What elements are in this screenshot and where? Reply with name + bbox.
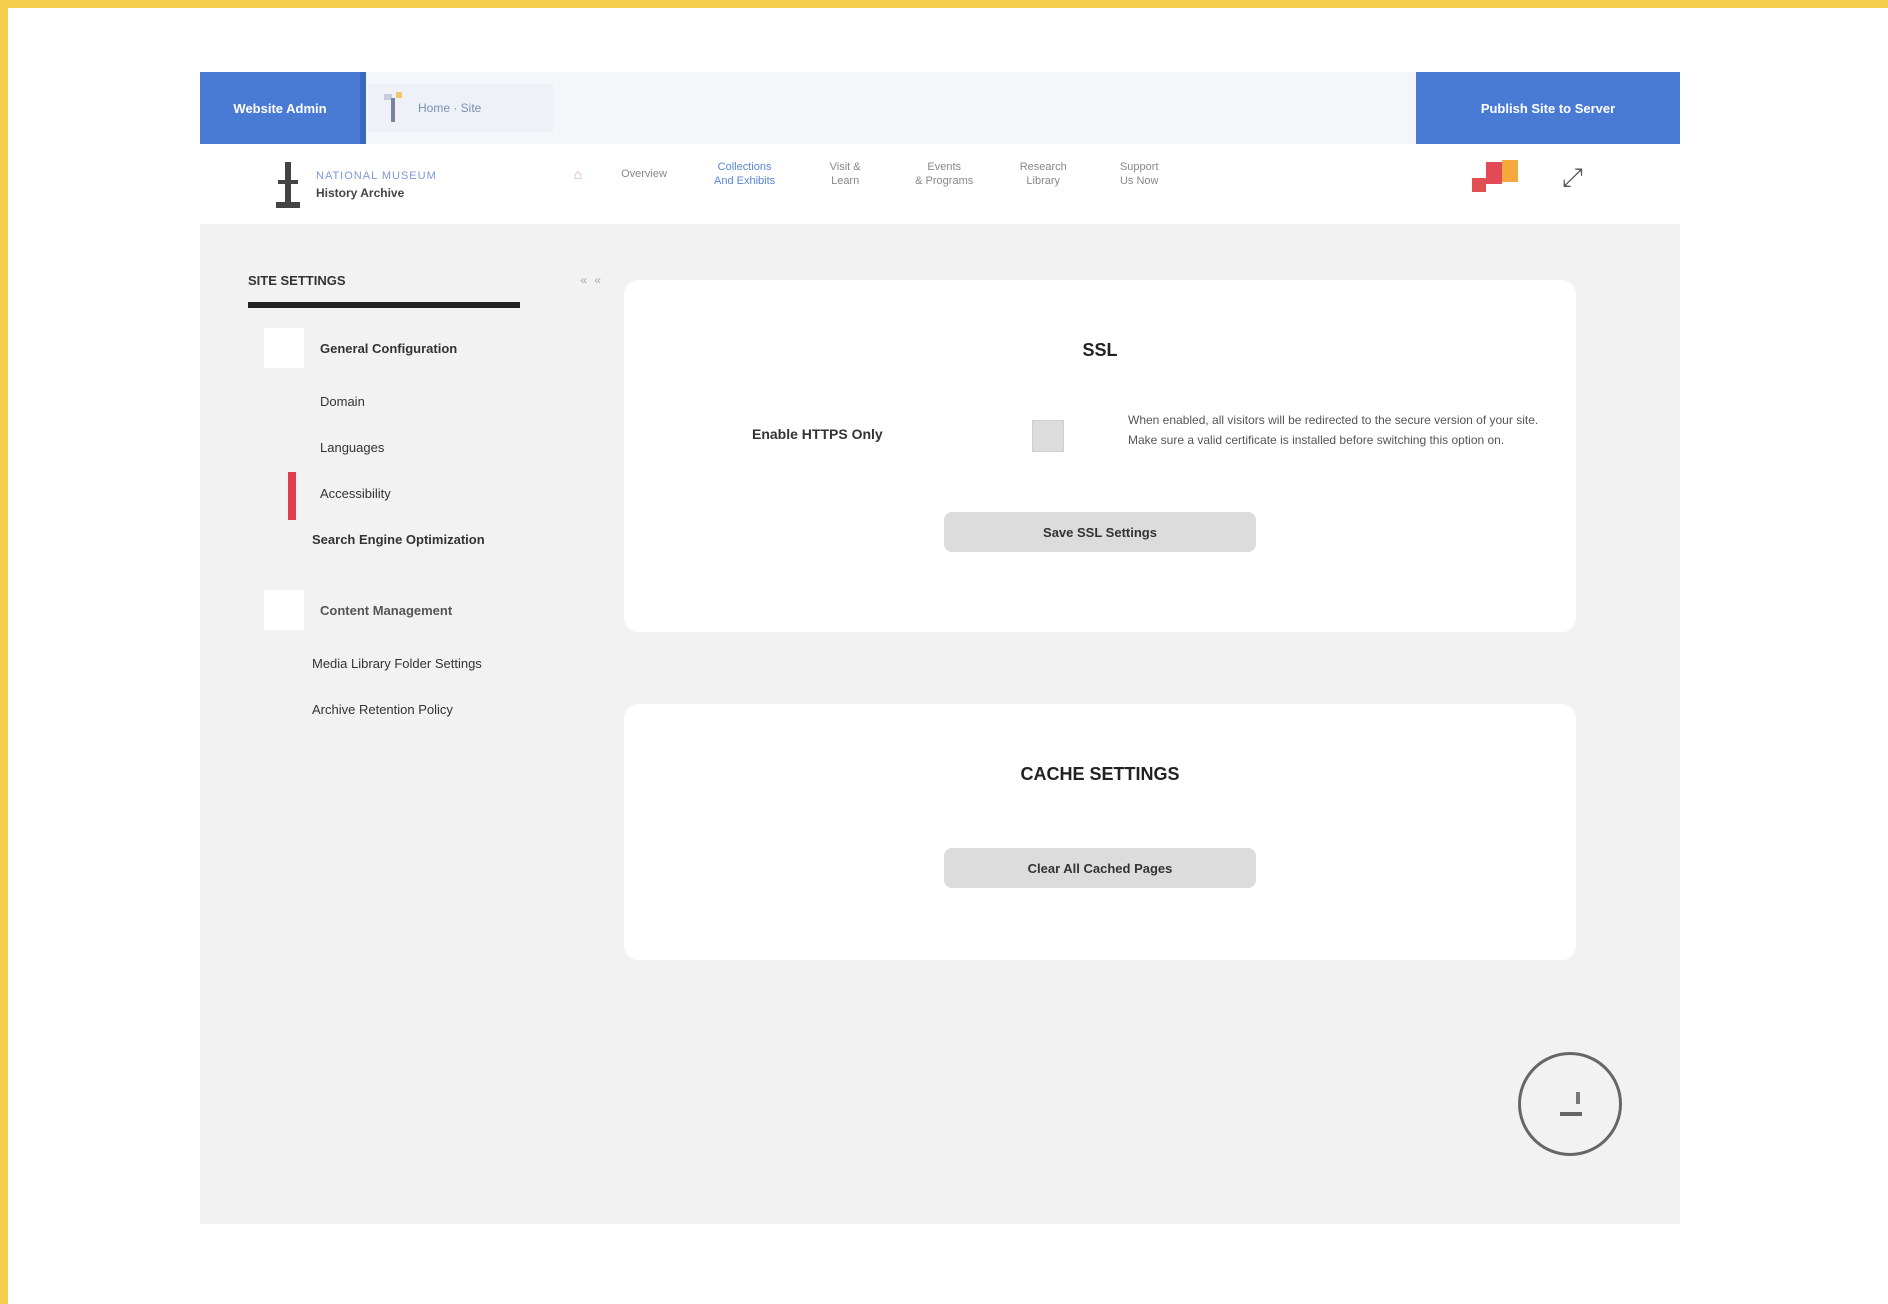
sidebar-item-seo[interactable]: Search Engine Optimization: [248, 532, 603, 548]
https-only-label: Enable HTTPS Only: [752, 426, 883, 442]
nav-item-collections[interactable]: Collections And Exhibits: [692, 160, 797, 188]
main-nav: ⌂ Overview Collections And Exhibits Visi…: [560, 160, 1187, 188]
sidebar-item-accessibility[interactable]: Accessibility: [248, 472, 603, 520]
museum-logo-icon: [276, 162, 300, 208]
home-icon[interactable]: ⌂: [560, 166, 596, 182]
nav-item-events[interactable]: Events & Programs: [893, 160, 995, 188]
language-flag-icon[interactable]: [1472, 160, 1522, 194]
site-icon: [378, 90, 408, 126]
sidebar-group-content[interactable]: Content Management: [248, 590, 603, 630]
nav-item-overview[interactable]: Overview: [596, 167, 692, 181]
cache-card: CACHE SETTINGS Clear All Cached Pages: [624, 704, 1576, 960]
expand-icon[interactable]: ⤢: [1562, 164, 1583, 190]
card-title: SSL: [1082, 340, 1118, 360]
frame-left-border: [0, 0, 8, 1304]
sidebar-group-general[interactable]: General Configuration: [248, 328, 603, 368]
publish-button[interactable]: Publish Site to Server: [1416, 72, 1680, 144]
ssl-card: SSL Enable HTTPS Only When enabled, all …: [624, 280, 1576, 632]
brand-text: NATIONAL MUSEUM History Archive: [316, 170, 437, 200]
brand-line-2: History Archive: [316, 186, 405, 200]
sidebar-title-underline: [248, 302, 520, 308]
sidebar-item-domain[interactable]: Domain: [248, 394, 603, 410]
card-title: CACHE SETTINGS: [1020, 764, 1180, 784]
admin-tab[interactable]: Website Admin: [200, 72, 366, 144]
sidebar-item-media[interactable]: Media Library Folder Settings: [248, 656, 488, 672]
brand-line-1: NATIONAL MUSEUM: [316, 170, 437, 182]
smiley-icon: [1550, 1084, 1590, 1124]
app-window: Website Admin Home · Site Publish Site t…: [200, 72, 1680, 1224]
save-ssl-button[interactable]: Save SSL Settings: [944, 512, 1256, 552]
https-help-text: When enabled, all visitors will be redir…: [1128, 413, 1539, 447]
nav-item-support[interactable]: Support Us Now: [1091, 160, 1187, 188]
main-content: SITE SETTINGS « « General Configuration …: [200, 224, 1680, 1224]
frame-top-border: [0, 0, 1888, 8]
group-label: Content Management: [320, 602, 453, 618]
top-bar: Website Admin Home · Site Publish Site t…: [200, 72, 1680, 144]
feedback-button[interactable]: [1518, 1052, 1622, 1156]
https-only-checkbox[interactable]: [1032, 420, 1064, 452]
clear-cache-button[interactable]: Clear All Cached Pages: [944, 848, 1256, 888]
group-icon: [264, 590, 304, 630]
nav-item-visit[interactable]: Visit & Learn: [797, 160, 893, 188]
group-icon: [264, 328, 304, 368]
collapse-icon[interactable]: « «: [580, 273, 603, 287]
group-label: General Configuration: [320, 340, 458, 356]
breadcrumb-text: Home · Site: [418, 101, 482, 115]
breadcrumb[interactable]: Home · Site: [368, 84, 553, 132]
sidebar-title: SITE SETTINGS: [248, 272, 346, 288]
nav-item-research[interactable]: Research Library: [995, 160, 1091, 188]
sidebar-item-archive[interactable]: Archive Retention Policy: [248, 702, 603, 718]
sidebar-item-languages[interactable]: Languages: [248, 440, 603, 456]
settings-sidebar: SITE SETTINGS « « General Configuration …: [248, 260, 603, 718]
brand[interactable]: NATIONAL MUSEUM History Archive: [276, 162, 437, 208]
